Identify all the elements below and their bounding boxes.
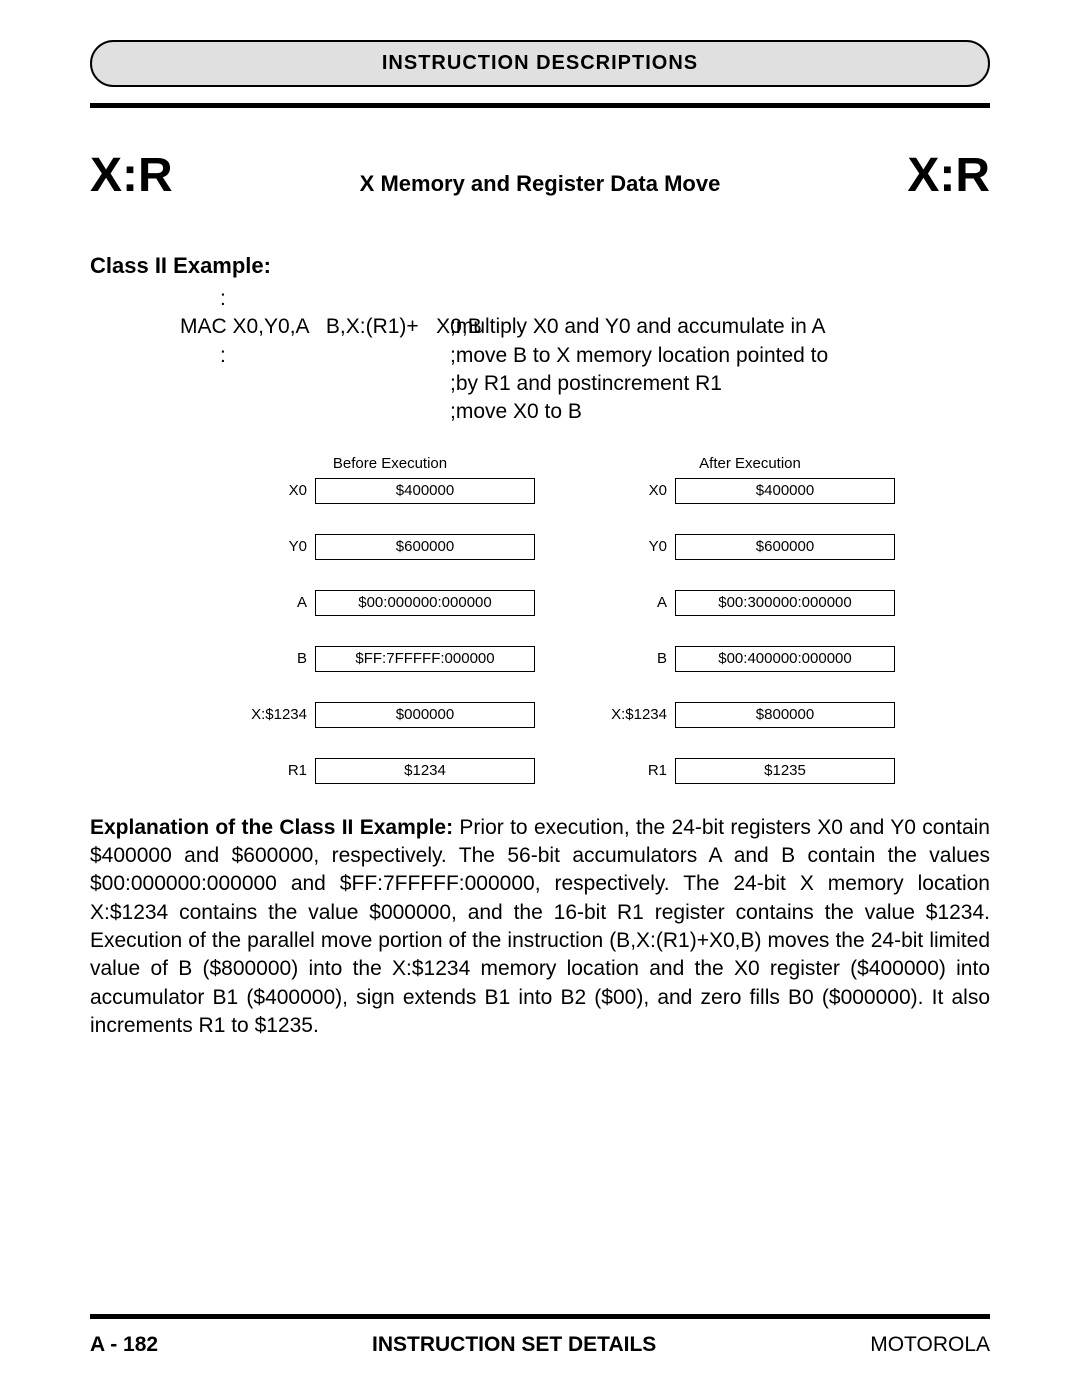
reg-value: $00:300000:000000 <box>675 590 895 616</box>
reg-label: Y0 <box>605 538 675 555</box>
code-left: : <box>90 285 450 313</box>
reg-value: $000000 <box>315 702 535 728</box>
reg-value: $600000 <box>315 534 535 560</box>
page-number: A - 182 <box>90 1333 158 1357</box>
header-rule <box>90 103 990 108</box>
register-row: B $FF:7FFFFF:000000 <box>245 646 535 672</box>
reg-value: $800000 <box>675 702 895 728</box>
register-row: Y0 $600000 <box>245 534 535 560</box>
reg-value: $00:400000:000000 <box>675 646 895 672</box>
reg-label: X:$1234 <box>605 706 675 723</box>
reg-value: $400000 <box>315 478 535 504</box>
code-right: ;move X0 to B <box>450 398 990 426</box>
reg-value: $1234 <box>315 758 535 784</box>
reg-label: B <box>605 650 675 667</box>
after-title: After Execution <box>699 455 801 472</box>
register-row: B $00:400000:000000 <box>605 646 895 672</box>
reg-label: X0 <box>605 482 675 499</box>
reg-label: A <box>245 594 315 611</box>
explanation-body: Prior to execution, the 24-bit registers… <box>90 816 990 1037</box>
instruction-title-row: X:R X Memory and Register Data Move X:R <box>90 148 990 203</box>
register-row: X:$1234 $800000 <box>605 702 895 728</box>
code-right: ;multiply X0 and Y0 and accumulate in A <box>450 313 990 341</box>
register-row: R1 $1235 <box>605 758 895 784</box>
register-row: X:$1234 $000000 <box>245 702 535 728</box>
code-left <box>90 370 450 398</box>
explanation-lead: Explanation of the Class II Example: <box>90 816 459 839</box>
code-right: ;move B to X memory location pointed to <box>450 342 990 370</box>
code-left: MAC X0,Y0,A B,X:(R1)+ X0,B <box>90 313 450 341</box>
reg-value: $1235 <box>675 758 895 784</box>
code-left: : <box>90 342 450 370</box>
reg-label: X:$1234 <box>245 706 315 723</box>
footer-title: INSTRUCTION SET DETAILS <box>158 1333 870 1357</box>
example-heading: Class II Example: <box>90 253 990 279</box>
register-row: X0 $400000 <box>605 478 895 504</box>
register-row: A $00:000000:000000 <box>245 590 535 616</box>
code-left <box>90 398 450 426</box>
execution-tables: Before Execution X0 $400000 Y0 $600000 A… <box>90 455 990 784</box>
reg-value: $400000 <box>675 478 895 504</box>
section-header: INSTRUCTION DESCRIPTIONS <box>90 40 990 87</box>
mnemonic-left: X:R <box>90 148 173 203</box>
reg-value: $00:000000:000000 <box>315 590 535 616</box>
register-row: R1 $1234 <box>245 758 535 784</box>
instruction-subtitle: X Memory and Register Data Move <box>173 171 908 197</box>
before-execution-column: Before Execution X0 $400000 Y0 $600000 A… <box>245 455 535 784</box>
after-execution-column: After Execution X0 $400000 Y0 $600000 A … <box>605 455 895 784</box>
register-row: Y0 $600000 <box>605 534 895 560</box>
footer-vendor: MOTOROLA <box>870 1333 990 1357</box>
code-example: : MAC X0,Y0,A B,X:(R1)+ X0,B ;multiply X… <box>90 285 990 427</box>
explanation-paragraph: Explanation of the Class II Example: Pri… <box>90 814 990 1041</box>
register-row: A $00:300000:000000 <box>605 590 895 616</box>
reg-label: R1 <box>245 762 315 779</box>
page-footer: A - 182 INSTRUCTION SET DETAILS MOTOROLA <box>90 1314 990 1357</box>
reg-label: B <box>245 650 315 667</box>
register-row: X0 $400000 <box>245 478 535 504</box>
reg-label: A <box>605 594 675 611</box>
code-right: ;by R1 and postincrement R1 <box>450 370 990 398</box>
reg-label: Y0 <box>245 538 315 555</box>
footer-rule <box>90 1314 990 1319</box>
before-title: Before Execution <box>333 455 447 472</box>
mnemonic-right: X:R <box>907 148 990 203</box>
reg-value: $FF:7FFFFF:000000 <box>315 646 535 672</box>
reg-label: R1 <box>605 762 675 779</box>
reg-label: X0 <box>245 482 315 499</box>
reg-value: $600000 <box>675 534 895 560</box>
code-right <box>450 285 990 313</box>
